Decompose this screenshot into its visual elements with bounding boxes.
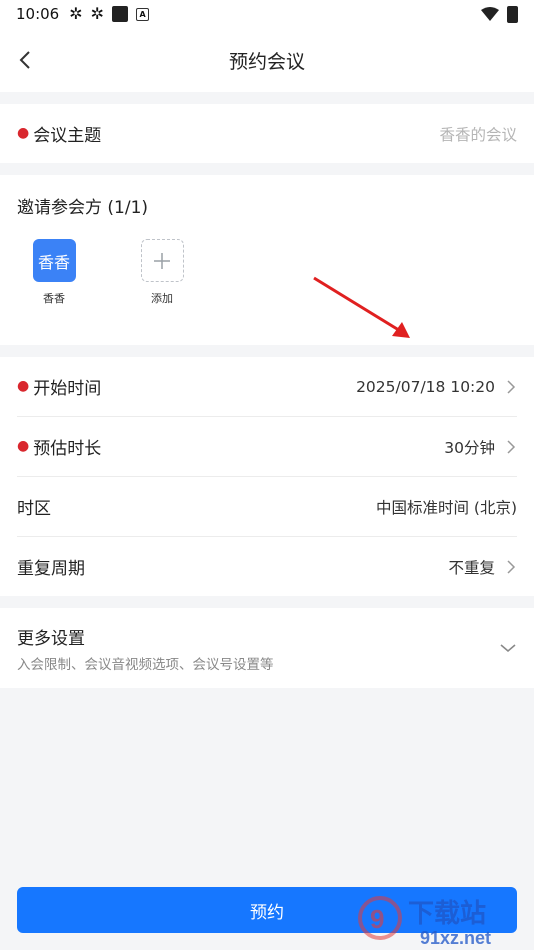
schedule-section: ● 开始时间 2025/07/18 10:20 ● 预估时长 30分钟 时区 中… bbox=[0, 357, 534, 596]
required-dot-icon: ● bbox=[17, 437, 30, 454]
section-gap bbox=[0, 596, 534, 608]
app-notification-icon: ✲ bbox=[69, 4, 83, 23]
status-time: 10:06 bbox=[16, 5, 60, 23]
wifi-icon bbox=[481, 7, 499, 21]
add-participant-button[interactable] bbox=[140, 239, 184, 282]
schedule-button[interactable]: 预约 bbox=[17, 887, 517, 933]
chevron-right-icon bbox=[507, 379, 516, 394]
status-bar: 10:06 ✲ ✲ A bbox=[0, 0, 534, 28]
chevron-right-icon bbox=[507, 559, 516, 574]
chevron-down-icon[interactable] bbox=[499, 642, 517, 654]
section-gap bbox=[0, 163, 534, 175]
duration-value: 30分钟 bbox=[444, 438, 495, 457]
chevron-right-icon bbox=[507, 439, 516, 454]
system-icons bbox=[481, 5, 518, 23]
repeat-value: 不重复 bbox=[448, 558, 495, 577]
repeat-row[interactable]: 重复周期 不重复 bbox=[0, 537, 534, 596]
plus-icon bbox=[154, 252, 170, 269]
topic-section: ● 会议主题 香香的会议 bbox=[0, 104, 534, 163]
required-dot-icon: ● bbox=[17, 377, 30, 394]
repeat-label: 重复周期 bbox=[17, 559, 85, 579]
start-time-row[interactable]: ● 开始时间 2025/07/18 10:20 bbox=[0, 357, 534, 416]
add-participant-label: 添加 bbox=[151, 292, 173, 305]
participant-name: 香香 bbox=[43, 292, 65, 305]
meeting-topic-row[interactable]: ● 会议主题 香香的会议 bbox=[0, 104, 534, 163]
battery-icon bbox=[507, 5, 518, 23]
required-dot-icon: ● bbox=[17, 124, 30, 141]
timezone-label: 时区 bbox=[17, 499, 51, 519]
app-notification-icon: ✲ bbox=[90, 4, 105, 23]
section-gap bbox=[0, 345, 534, 357]
invite-title: 邀请参会方 (1/1) bbox=[17, 198, 149, 218]
more-settings-subtitle: 入会限制、会议音视频选项、会议号设置等 bbox=[17, 656, 274, 673]
app-square-icon bbox=[112, 6, 129, 22]
avatar[interactable]: 香香 bbox=[32, 239, 76, 282]
page-title: 预约会议 bbox=[228, 50, 305, 73]
footer: 预约 bbox=[17, 887, 517, 933]
add-participant[interactable]: 添加 bbox=[140, 239, 184, 345]
meeting-topic-input[interactable]: 香香的会议 bbox=[439, 123, 517, 145]
back-arrow-icon[interactable] bbox=[14, 48, 38, 72]
section-gap bbox=[0, 92, 534, 104]
app-letter-icon: A bbox=[136, 7, 150, 21]
duration-row[interactable]: ● 预估时长 30分钟 bbox=[0, 417, 534, 476]
participant-list: 香香 香香 添加 bbox=[0, 227, 534, 345]
notification-icons: ✲ ✲ A bbox=[69, 4, 150, 23]
invite-section: 邀请参会方 (1/1) 香香 香香 添加 bbox=[0, 175, 534, 345]
timezone-value: 中国标准时间 (北京) bbox=[375, 498, 517, 517]
timezone-row[interactable]: 时区 中国标准时间 (北京) bbox=[0, 477, 534, 536]
navigation-bar: 预约会议 bbox=[0, 28, 534, 92]
more-settings-row[interactable]: 更多设置 入会限制、会议音视频选项、会议号设置等 bbox=[0, 608, 534, 688]
duration-label: 预估时长 bbox=[33, 439, 102, 459]
start-time-label: 开始时间 bbox=[33, 379, 102, 399]
meeting-topic-label: 会议主题 bbox=[33, 126, 102, 146]
more-settings-title: 更多设置 bbox=[17, 628, 85, 649]
more-settings-section: 更多设置 入会限制、会议音视频选项、会议号设置等 bbox=[0, 608, 534, 688]
start-time-value: 2025/07/18 10:20 bbox=[356, 377, 495, 396]
participant-item[interactable]: 香香 香香 bbox=[32, 239, 76, 345]
